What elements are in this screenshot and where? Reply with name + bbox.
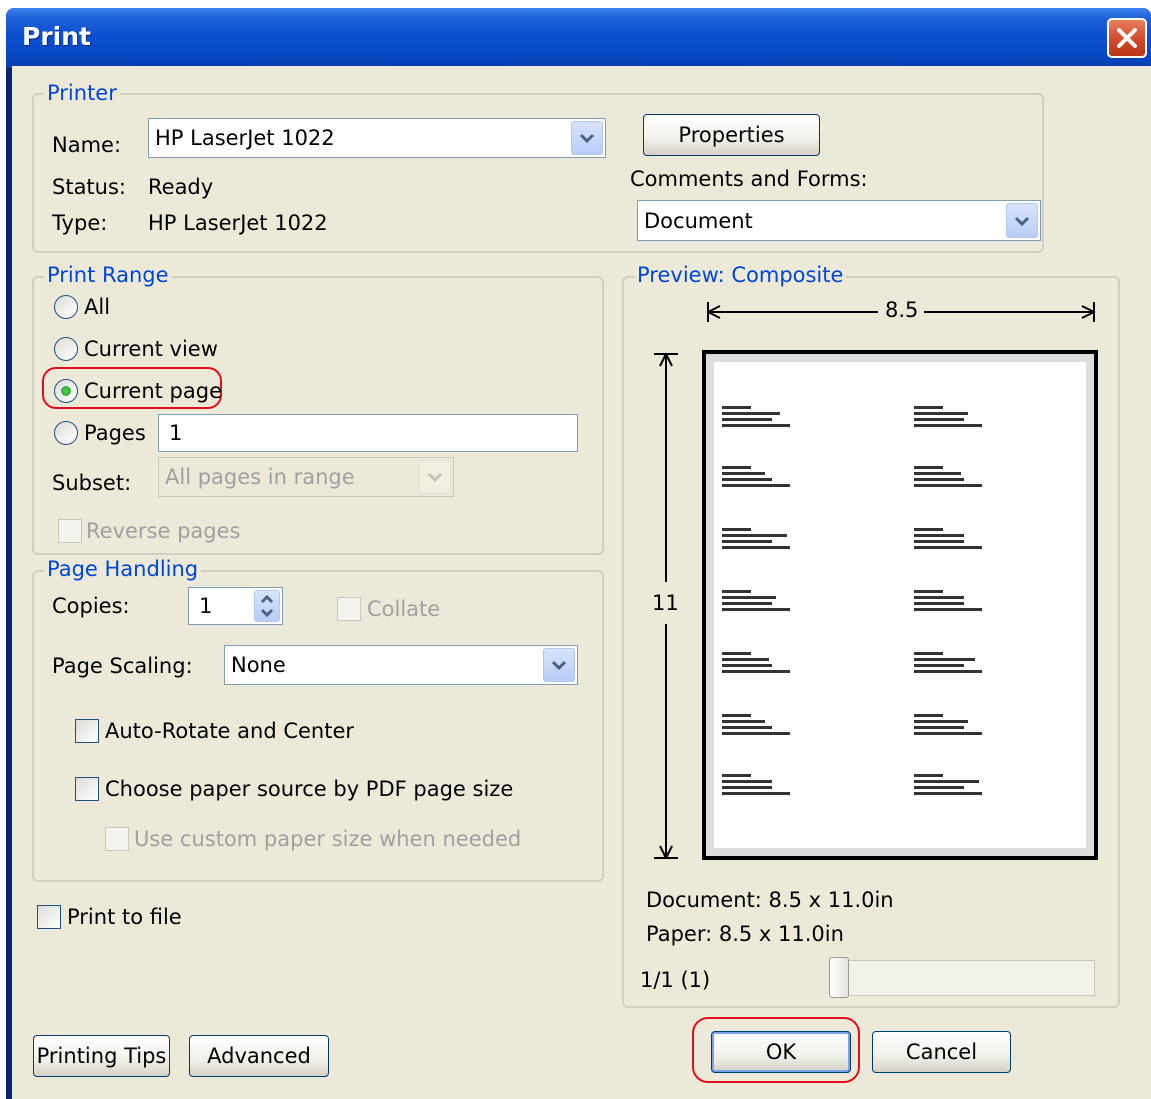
preview-label-block — [914, 528, 986, 556]
comments-forms-label: Comments and Forms: — [630, 167, 868, 191]
preview-label-block — [722, 528, 794, 556]
printing-tips-button[interactable]: Printing Tips — [33, 1035, 170, 1077]
preview-label-block — [722, 466, 794, 494]
printer-type-label: Type: — [52, 211, 108, 235]
page-counter: 1/1 (1) — [640, 968, 711, 992]
page-preview-sheet — [714, 362, 1086, 848]
radio-current-page[interactable] — [54, 379, 78, 403]
subset-select[interactable]: All pages in range — [158, 457, 454, 497]
print-range-legend: Print Range — [44, 263, 172, 287]
chevron-down-icon[interactable] — [543, 648, 575, 682]
subset-label: Subset: — [52, 471, 132, 495]
custom-paper-checkbox[interactable] — [105, 827, 129, 851]
radio-current-view-label[interactable]: Current view — [84, 337, 218, 361]
print-to-file-checkbox[interactable] — [37, 905, 61, 929]
preview-label-block — [722, 406, 794, 434]
ok-button[interactable]: OK — [711, 1031, 851, 1073]
pages-input[interactable]: 1 — [158, 414, 578, 452]
printer-type-value: HP LaserJet 1022 — [148, 211, 328, 235]
chevron-down-icon[interactable] — [1006, 203, 1038, 238]
preview-label-block — [914, 714, 986, 742]
auto-rotate-checkbox[interactable] — [75, 719, 99, 743]
radio-selected-dot — [61, 386, 71, 396]
preview-label-block — [722, 590, 794, 618]
collate-checkbox[interactable] — [337, 597, 361, 621]
reverse-pages-label: Reverse pages — [86, 519, 241, 543]
document-size: Document: 8.5 x 11.0in — [646, 888, 894, 912]
preview-label-block — [914, 466, 986, 494]
preview-label-block — [914, 590, 986, 618]
spinner-arrows-icon[interactable] — [254, 590, 280, 622]
copies-label: Copies: — [52, 594, 130, 618]
radio-pages[interactable] — [54, 421, 78, 445]
properties-button[interactable]: Properties — [643, 114, 820, 156]
copies-value: 1 — [199, 594, 213, 618]
height-dimension-label: 11 — [652, 591, 679, 615]
page-slider-thumb[interactable] — [829, 957, 849, 998]
preview-label-block — [722, 774, 794, 802]
comments-forms-value: Document — [644, 208, 753, 233]
comments-forms-select[interactable]: Document — [637, 200, 1041, 241]
printer-status-value: Ready — [148, 175, 214, 199]
copies-stepper[interactable]: 1 — [188, 587, 283, 625]
width-dimension-label: 8.5 — [885, 298, 919, 322]
preview-label-block — [914, 406, 986, 434]
page-preview — [702, 350, 1098, 860]
page-scaling-label: Page Scaling: — [52, 654, 193, 678]
preview-label-block — [722, 652, 794, 680]
pages-input-value: 1 — [169, 421, 183, 445]
radio-current-page-label[interactable]: Current page — [84, 379, 222, 403]
radio-current-view[interactable] — [54, 337, 78, 361]
page-handling-legend: Page Handling — [44, 557, 202, 581]
printer-name-select[interactable]: HP LaserJet 1022 — [148, 118, 606, 158]
printer-name-value: HP LaserJet 1022 — [155, 126, 335, 150]
collate-label: Collate — [367, 597, 441, 621]
paper-source-label[interactable]: Choose paper source by PDF page size — [105, 777, 513, 801]
chevron-down-icon[interactable] — [571, 121, 603, 155]
printer-legend: Printer — [44, 81, 120, 105]
radio-pages-label[interactable]: Pages — [84, 421, 146, 445]
close-button[interactable] — [1107, 18, 1147, 58]
custom-paper-label: Use custom paper size when needed — [134, 827, 522, 851]
preview-label-block — [914, 652, 986, 680]
radio-all[interactable] — [54, 295, 78, 319]
radio-all-label[interactable]: All — [84, 295, 110, 319]
cancel-button[interactable]: Cancel — [872, 1031, 1011, 1073]
advanced-button[interactable]: Advanced — [189, 1035, 329, 1077]
preview-legend: Preview: Composite — [634, 263, 847, 287]
preview-label-block — [722, 714, 794, 742]
close-icon — [1117, 28, 1137, 48]
paper-source-checkbox[interactable] — [75, 777, 99, 801]
paper-size: Paper: 8.5 x 11.0in — [646, 922, 844, 946]
reverse-pages-checkbox[interactable] — [58, 519, 82, 543]
chevron-down-icon — [419, 460, 451, 494]
preview-label-block — [914, 774, 986, 802]
page-slider-track[interactable] — [829, 960, 1095, 996]
title-bar — [6, 8, 1151, 68]
subset-value: All pages in range — [165, 465, 355, 489]
printer-name-label: Name: — [52, 133, 122, 157]
print-to-file-label[interactable]: Print to file — [67, 905, 182, 929]
dialog-title: Print — [22, 22, 91, 51]
page-scaling-value: None — [231, 653, 286, 677]
printer-status-label: Status: — [52, 175, 126, 199]
auto-rotate-label[interactable]: Auto-Rotate and Center — [105, 719, 354, 743]
page-scaling-select[interactable]: None — [224, 645, 578, 685]
